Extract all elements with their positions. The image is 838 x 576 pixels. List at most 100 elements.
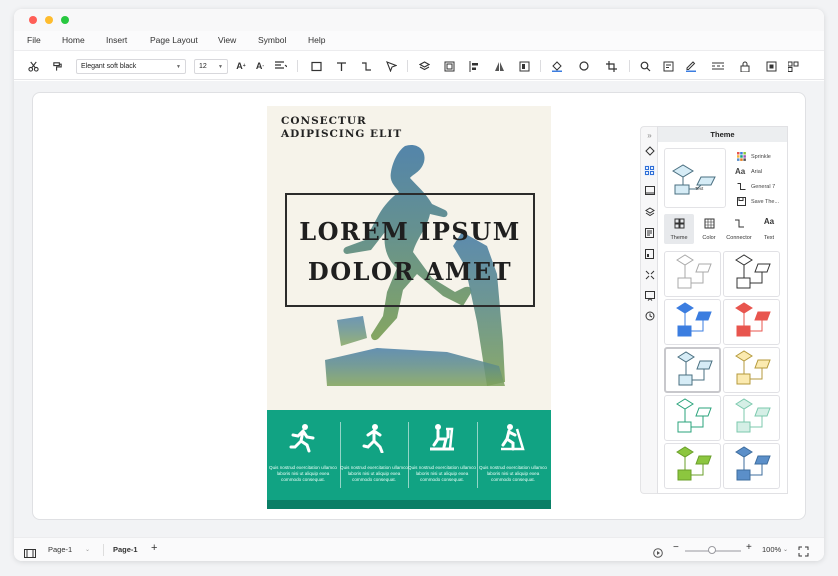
text-icon[interactable]: [334, 59, 348, 73]
poster-subtitle[interactable]: CONSECTUR ADIPISCING ELIT: [281, 115, 402, 141]
zoom-in-button[interactable]: +: [746, 542, 752, 553]
fit-icon[interactable]: [644, 269, 655, 280]
title-bar: [14, 9, 824, 31]
theme-swatch[interactable]: [723, 443, 780, 489]
font-size-select[interactable]: 12 ▼: [194, 59, 228, 74]
theme-panel-title: Theme: [658, 127, 787, 142]
format-painter-icon[interactable]: [50, 59, 64, 73]
poster-title-line1: LOREM IPSUM: [299, 217, 521, 246]
feature-text: Quis nostrud exercitation ullamco labori…: [408, 465, 476, 482]
poster[interactable]: CONSECTUR ADIPISCING ELIT LOREM IPSUM DO…: [267, 106, 551, 509]
theme-swatch[interactable]: [723, 299, 780, 345]
page-select[interactable]: Page-1: [48, 545, 72, 554]
toolbar-divider: [540, 60, 541, 72]
search-icon[interactable]: [638, 59, 652, 73]
more-icon[interactable]: [787, 59, 801, 73]
line-style-icon[interactable]: [711, 59, 725, 73]
theme-swatch[interactable]: [723, 347, 780, 393]
layers-icon[interactable]: [644, 206, 655, 217]
feature-column: Quis nostrud exercitation ullamco labori…: [408, 420, 476, 490]
fill-icon[interactable]: [644, 145, 655, 156]
menu-insert[interactable]: Insert: [106, 35, 127, 45]
app-window: File Home Insert Page Layout View Symbol…: [14, 9, 824, 561]
theme-swatch[interactable]: [723, 395, 780, 441]
flip-icon[interactable]: [492, 59, 506, 73]
theme-icon[interactable]: [644, 165, 655, 176]
fill-color-icon[interactable]: [550, 59, 564, 73]
page-tab[interactable]: Page-1: [113, 545, 138, 554]
tab-theme[interactable]: Theme: [664, 214, 694, 244]
tab-text-label: Text: [763, 235, 775, 241]
poster-feature-band[interactable]: Quis nostrud exercitation ullamco labori…: [267, 410, 551, 500]
canvas-area[interactable]: CONSECTUR ADIPISCING ELIT LOREM IPSUM DO…: [14, 81, 824, 537]
frame-icon[interactable]: [764, 59, 778, 73]
lock-icon[interactable]: [738, 59, 752, 73]
tab-theme-label: Theme: [670, 235, 688, 241]
poster-subtitle-line2: ADIPISCING ELIT: [281, 128, 403, 140]
zoom-level[interactable]: 100%: [762, 545, 781, 554]
toolbar: Elegant soft black ▼ 12 ▼ A + A-: [14, 52, 824, 80]
zoom-out-button[interactable]: −: [673, 542, 679, 553]
add-page-button[interactable]: +: [151, 542, 157, 554]
image-icon[interactable]: [644, 185, 655, 196]
theme-swatch[interactable]: [664, 251, 721, 297]
connector-style-label: General 7: [751, 184, 776, 190]
line-color-icon[interactable]: [577, 59, 591, 73]
menu-file[interactable]: File: [27, 35, 41, 45]
theme-swatch[interactable]: [664, 299, 721, 345]
group-icon[interactable]: [442, 59, 456, 73]
rectangle-icon[interactable]: [309, 59, 323, 73]
menu-symbol[interactable]: Symbol: [258, 35, 286, 45]
chevron-down-icon[interactable]: ⌄: [85, 546, 90, 553]
layers-icon[interactable]: [417, 59, 431, 73]
present-icon[interactable]: [644, 290, 655, 301]
theme-swatch[interactable]: [664, 347, 721, 393]
zoom-slider-handle[interactable]: [708, 546, 716, 554]
feature-column: Quis nostrud exercitation ullamco labori…: [269, 420, 337, 490]
tab-text[interactable]: Aa Text: [754, 214, 784, 244]
connector-icon[interactable]: [359, 59, 373, 73]
page-panel-icon[interactable]: [24, 545, 36, 561]
theme-swatch[interactable]: [664, 395, 721, 441]
font-family-select[interactable]: Elegant soft black ▼: [76, 59, 186, 74]
crop-icon[interactable]: [604, 59, 618, 73]
font-shrink-icon[interactable]: A-: [253, 59, 267, 73]
theme-swatch[interactable]: [723, 251, 780, 297]
theme-swatch[interactable]: [664, 443, 721, 489]
menu-view[interactable]: View: [218, 35, 236, 45]
tab-connector[interactable]: Connector: [724, 214, 754, 244]
menu-page-layout[interactable]: Page Layout: [150, 35, 198, 45]
feature-text: Quis nostrud exercitation ullamco labori…: [340, 465, 408, 482]
pen-icon[interactable]: [684, 59, 698, 73]
font-grow-icon[interactable]: A +: [234, 59, 248, 73]
close-window-button[interactable]: [29, 16, 37, 24]
collapse-icon[interactable]: »: [644, 130, 655, 141]
theme-preview[interactable]: Text: [664, 148, 726, 208]
pointer-icon[interactable]: [384, 59, 398, 73]
play-icon[interactable]: [653, 545, 663, 561]
maximize-window-button[interactable]: [61, 16, 69, 24]
status-bar: Page-1 ⌄ Page-1 + − + 100% ⌄: [14, 537, 824, 561]
menu-help[interactable]: Help: [308, 35, 325, 45]
scissors-icon[interactable]: [26, 59, 40, 73]
fullscreen-icon[interactable]: [798, 544, 809, 561]
stationary-bike-icon: [430, 424, 454, 451]
tab-color-label: Color: [702, 235, 716, 241]
history-icon[interactable]: [644, 310, 655, 321]
feature-column: Quis nostrud exercitation ullamco labori…: [340, 420, 408, 490]
poster-title-frame[interactable]: LOREM IPSUM DOLOR AMET: [285, 193, 535, 307]
tab-color[interactable]: Color: [694, 214, 724, 244]
poster-title-line2: DOLOR AMET: [307, 257, 513, 286]
page-icon[interactable]: [644, 227, 655, 238]
align-left-icon[interactable]: [467, 59, 481, 73]
data-icon[interactable]: [644, 248, 655, 259]
menu-bar: File Home Insert Page Layout View Symbol…: [14, 31, 824, 51]
distribute-icon[interactable]: [517, 59, 531, 73]
menu-home[interactable]: Home: [62, 35, 85, 45]
align-icon[interactable]: [274, 59, 288, 73]
font-option-label: Arial: [751, 169, 763, 175]
feature-text: Quis nostrud exercitation ullamco labori…: [269, 465, 337, 482]
chevron-down-icon[interactable]: ⌄: [783, 546, 788, 553]
outline-icon[interactable]: [661, 59, 675, 73]
minimize-window-button[interactable]: [45, 16, 53, 24]
